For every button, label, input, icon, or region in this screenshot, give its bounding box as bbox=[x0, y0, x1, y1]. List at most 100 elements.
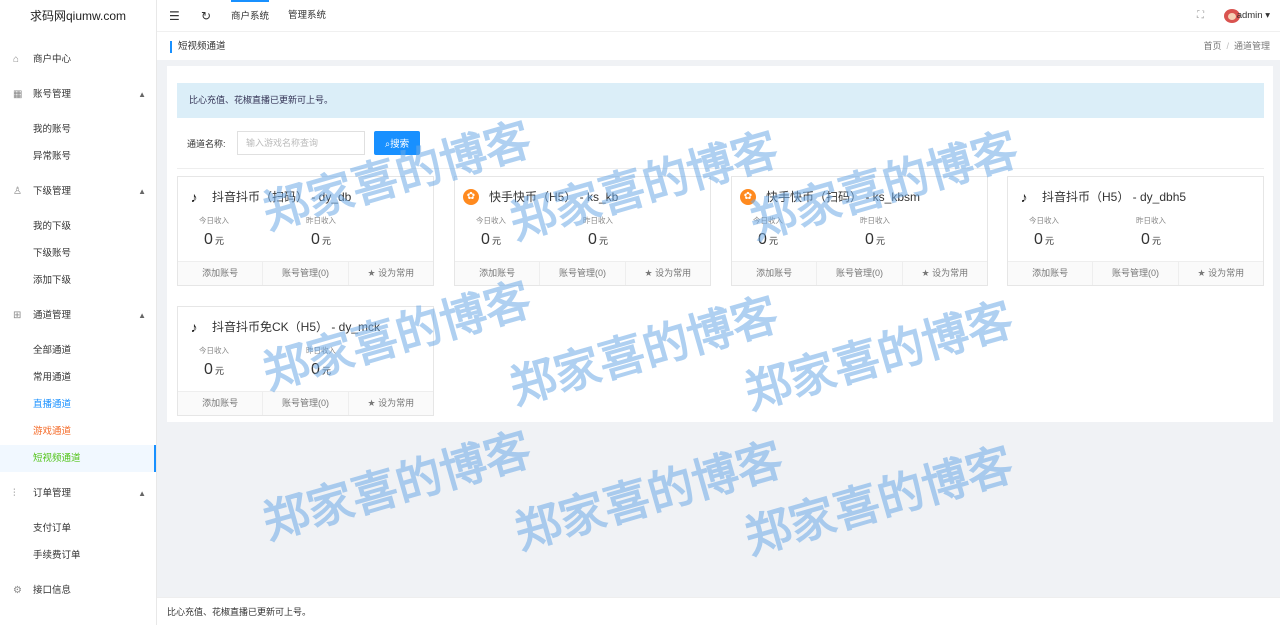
set-favorite-button[interactable]: ★ 设为常用 bbox=[349, 392, 433, 415]
card-actions: 添加账号 账号管理(0) ★ 设为常用 bbox=[1008, 261, 1263, 285]
user-menu[interactable]: admin ▾ bbox=[1237, 0, 1270, 32]
watermark: 郑家喜的博客 bbox=[508, 431, 789, 560]
channel-card: ✿ 快手快币（扫码） - ks_kbsm 今日收入 0 元昨日收入 0 元添加账号 账号管理(… bbox=[731, 176, 988, 286]
caret-up-icon: ▲ bbox=[138, 489, 146, 498]
yesterday-income: 昨日收入 0 元 bbox=[271, 216, 371, 252]
channel-icon: ⊞ bbox=[13, 310, 22, 321]
card-title: 抖音抖币（H5） - dy_dbh5 bbox=[1042, 190, 1187, 204]
sidebar-item-game-channels[interactable]: 游戏通道 bbox=[0, 418, 156, 445]
yesterday-income-label: 昨日收入 bbox=[860, 216, 890, 225]
add-account-button[interactable]: 添加账号 bbox=[455, 262, 541, 285]
currency-unit: 元 bbox=[491, 236, 501, 246]
search-input[interactable] bbox=[237, 131, 365, 155]
sidebar-item-abnormal-account[interactable]: 异常账号 bbox=[0, 143, 156, 170]
card-title: 抖音抖币免CK（H5） - dy_mck bbox=[212, 320, 381, 334]
sidebar-item-merchant[interactable]: ⌂ 商户中心 bbox=[0, 46, 156, 73]
users-icon: ♙ bbox=[13, 186, 22, 197]
today-income-label: 今日收入 bbox=[199, 216, 229, 225]
income-number: 0 bbox=[758, 231, 767, 248]
add-account-button[interactable]: 添加账号 bbox=[1008, 262, 1094, 285]
set-favorite-button[interactable]: ★ 设为常用 bbox=[1179, 262, 1263, 285]
sidebar-item-short-video-channels[interactable]: 短视频通道 bbox=[0, 445, 156, 472]
income-number: 0 bbox=[588, 231, 597, 248]
yesterday-income-value: 0元 bbox=[271, 229, 371, 252]
sidebar-item-my-sub[interactable]: 我的下级 bbox=[0, 213, 156, 240]
set-favorite-label: 设为常用 bbox=[378, 398, 415, 408]
income-number: 0 bbox=[311, 231, 320, 248]
income-number: 0 bbox=[1141, 231, 1150, 248]
gear-icon: ⚙ bbox=[13, 585, 22, 596]
sidebar-group-order[interactable]: ⫶ 订单管理 ▲ bbox=[0, 480, 156, 507]
add-account-button[interactable]: 添加账号 bbox=[178, 262, 264, 285]
sidebar-item-pay-orders[interactable]: 支付订单 bbox=[0, 515, 156, 542]
manage-accounts-button[interactable]: 账号管理(0) bbox=[540, 262, 626, 285]
manage-accounts-button[interactable]: 账号管理(0) bbox=[263, 262, 349, 285]
income-number: 0 bbox=[204, 361, 213, 378]
star-icon: ★ bbox=[644, 268, 656, 278]
breadcrumb-separator: / bbox=[1226, 41, 1229, 51]
yesterday-income-value: 0元 bbox=[271, 359, 371, 382]
yesterday-income: 昨日收入 0 元 bbox=[1101, 216, 1201, 252]
set-favorite-button[interactable]: ★ 设为常用 bbox=[626, 262, 710, 285]
page-title: 短视频通道 bbox=[170, 41, 226, 53]
card-title: 抖音抖币（扫码） - dy_db bbox=[212, 190, 352, 204]
sidebar-item-add-sub[interactable]: 添加下级 bbox=[0, 267, 156, 294]
set-favorite-button[interactable]: ★ 设为常用 bbox=[903, 262, 987, 285]
sidebar-item-live-channels[interactable]: 直播通道 bbox=[0, 391, 156, 418]
sidebar-item-all-channels[interactable]: 全部通道 bbox=[0, 337, 156, 364]
search-label: 通道名称: bbox=[187, 139, 226, 149]
tab-merchant-system[interactable]: 商户系统 bbox=[231, 0, 270, 32]
manage-accounts-button[interactable]: 账号管理(0) bbox=[1093, 262, 1179, 285]
sidebar-group-sub[interactable]: ♙ 下级管理 ▲ bbox=[0, 178, 156, 205]
set-favorite-button[interactable]: ★ 设为常用 bbox=[349, 262, 433, 285]
add-account-button[interactable]: 添加账号 bbox=[178, 392, 264, 415]
manage-accounts-button[interactable]: 账号管理(0) bbox=[817, 262, 903, 285]
today-income-value: 0元 bbox=[164, 229, 264, 252]
top-bar: ☰ ↻ 商户系统 管理系统 ⛶ admin ▾ bbox=[157, 0, 1280, 32]
caret-up-icon: ▲ bbox=[138, 311, 146, 320]
sidebar-item-fee-orders[interactable]: 手续费订单 bbox=[0, 542, 156, 569]
refresh-icon[interactable]: ↻ bbox=[201, 0, 211, 32]
set-favorite-label: 设为常用 bbox=[932, 268, 969, 278]
currency-unit: 元 bbox=[214, 366, 224, 376]
yesterday-income-label: 昨日收入 bbox=[1136, 216, 1166, 225]
income-number: 0 bbox=[311, 361, 320, 378]
today-income: 今日收入 0 元 bbox=[718, 216, 818, 252]
star-icon: ★ bbox=[921, 268, 933, 278]
income-number: 0 bbox=[1034, 231, 1043, 248]
today-income: 今日收入 0 元 bbox=[441, 216, 541, 252]
manage-accounts-button[interactable]: 账号管理(0) bbox=[263, 392, 349, 415]
star-icon: ★ bbox=[367, 268, 379, 278]
kuaishou-icon: ✿ bbox=[463, 189, 479, 205]
search-button[interactable]: ⌕搜索 bbox=[374, 131, 420, 155]
channel-card: ♪ 抖音抖币（扫码） - dy_db 今日收入 0 元昨日收入 0 元添加账号 账号管理(0)… bbox=[177, 176, 434, 286]
star-icon: ★ bbox=[1197, 268, 1209, 278]
breadcrumb-bar: 短视频通道 首页 / 通道管理 bbox=[157, 32, 1280, 60]
income-number: 0 bbox=[865, 231, 874, 248]
card-title: 快手快币（扫码） - ks_kbsm bbox=[766, 190, 921, 204]
yesterday-income-label: 昨日收入 bbox=[306, 216, 336, 225]
site-logo[interactable]: 求码网qiumw.com bbox=[0, 0, 156, 32]
sidebar-group-label: 账号管理 bbox=[33, 89, 72, 100]
watermark: 郑家喜的博客 bbox=[738, 436, 1019, 565]
side-menu: ⌂ 商户中心 ▦ 账号管理 ▲ 我的账号 异常账号 ♙ 下级管理 ▲ 我的下级 下级账号 … bbox=[0, 46, 156, 604]
yesterday-income-value: 0元 bbox=[548, 229, 648, 252]
today-income-label: 今日收入 bbox=[753, 216, 783, 225]
sidebar-item-my-account[interactable]: 我的账号 bbox=[0, 116, 156, 143]
sidebar-item-sub-account[interactable]: 下级账号 bbox=[0, 240, 156, 267]
fullscreen-icon[interactable]: ⛶ bbox=[1197, 0, 1204, 32]
today-income-label: 今日收入 bbox=[476, 216, 506, 225]
set-favorite-label: 设为常用 bbox=[1208, 268, 1245, 278]
sidebar-group-channel[interactable]: ⊞ 通道管理 ▲ bbox=[0, 302, 156, 329]
menu-fold-icon[interactable]: ☰ bbox=[169, 0, 180, 32]
add-account-button[interactable]: 添加账号 bbox=[732, 262, 818, 285]
watermark: 郑家喜的博客 bbox=[256, 421, 537, 550]
breadcrumb-home[interactable]: 首页 bbox=[1203, 41, 1221, 51]
sidebar-item-common-channels[interactable]: 常用通道 bbox=[0, 364, 156, 391]
sidebar-group-label: 订单管理 bbox=[33, 488, 72, 499]
card-actions: 添加账号 账号管理(0) ★ 设为常用 bbox=[178, 391, 433, 415]
tab-admin-system[interactable]: 管理系统 bbox=[288, 0, 326, 32]
sidebar-group-account[interactable]: ▦ 账号管理 ▲ bbox=[0, 81, 156, 108]
chart-icon: ⫶ bbox=[13, 488, 16, 499]
sidebar-item-api-info[interactable]: ⚙ 接口信息 bbox=[0, 577, 156, 604]
